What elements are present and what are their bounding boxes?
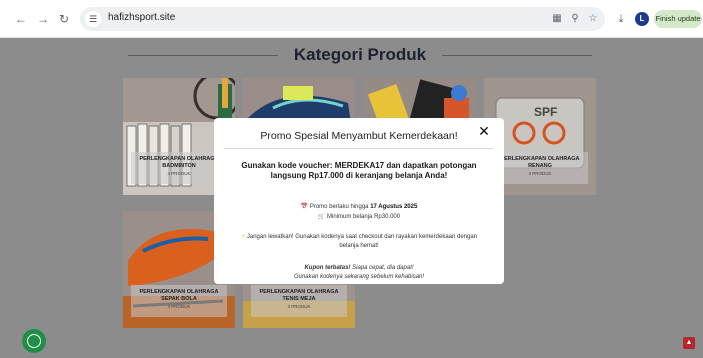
kupon-line2: Gunakan kodenya sekarang sebelum kehabis…: [293, 274, 425, 280]
calendar-icon: 📅: [300, 204, 309, 210]
bookmark-star-icon[interactable]: ☆: [586, 12, 600, 26]
promo-period: 📅 Promo berlaku hingga 17 Agustus 2025: [226, 203, 492, 211]
category-count: 3 PRODUK: [287, 304, 311, 309]
forward-arrow-icon[interactable]: →: [36, 12, 50, 26]
translate-icon[interactable]: ▦: [550, 12, 564, 26]
whatsapp-icon: [27, 334, 41, 348]
title-divider-left: [128, 55, 278, 56]
modal-divider: [224, 148, 494, 149]
section-title: Kategori Produk: [293, 45, 427, 64]
category-name: PERLENGKAPAN OLAHRAGA BADMINTON: [139, 156, 219, 169]
category-count: 4 PRODUK: [167, 171, 191, 176]
url-text[interactable]: hafizhsport.site: [108, 12, 175, 23]
finish-update-button[interactable]: Finish update: [654, 10, 702, 28]
reload-icon[interactable]: ↻: [57, 12, 71, 26]
category-label: PERLENGKAPAN OLAHRAGA BADMINTON 4 PRODUK: [131, 152, 227, 184]
browser-toolbar: ← → ↻ ☰ hafizhsport.site ▦ ⚲ ☆ ⤓ L Finis…: [0, 0, 703, 38]
promo-minimum-text: Minimum belanja Rp30.000: [327, 214, 401, 220]
svg-text:SPF: SPF: [534, 105, 557, 119]
promo-modal: Promo Spesial Menyambut Kemerdekaan! ✕ G…: [214, 118, 504, 284]
promo-period-date: 17 Agustus 2025: [370, 204, 418, 210]
promo-message: ⚡ Jangan lewatkan! Gunakan kodenya saat …: [236, 233, 482, 251]
download-icon[interactable]: ⤓: [614, 12, 628, 26]
back-arrow-icon[interactable]: ←: [14, 12, 28, 26]
category-label: PERLENGKAPAN OLAHRAGA SEPAK BOLA 4 PRODU…: [131, 285, 227, 317]
kupon-bold: Kupon terbatas!: [304, 265, 351, 271]
category-name: PERLENGKAPAN OLAHRAGA TENIS MEJA: [259, 289, 339, 302]
address-bar[interactable]: ☰ hafizhsport.site ▦ ⚲ ☆: [80, 7, 605, 31]
modal-title: Promo Spesial Menyambut Kemerdekaan!: [260, 130, 458, 142]
promo-minimum: 🛒 Minimum belanja Rp30.000: [226, 213, 492, 221]
cart-icon: 🛒: [317, 214, 326, 220]
promo-period-prefix: Promo berlaku hingga: [309, 204, 371, 210]
category-count: 3 PRODUK: [528, 171, 552, 176]
zoom-icon[interactable]: ⚲: [568, 12, 582, 26]
promo-message-text: Jangan lewatkan! Gunakan kodenya saat ch…: [246, 234, 478, 249]
lightning-icon: ⚡: [240, 234, 246, 240]
site-info-icon[interactable]: ☰: [85, 11, 101, 27]
title-divider-right: [442, 55, 592, 56]
kupon-rest: Siapa cepat, dia dapat!: [350, 265, 414, 271]
whatsapp-chat-button[interactable]: [22, 329, 46, 353]
category-label: PERLENGKAPAN OLAHRAGA TENIS MEJA 3 PRODU…: [251, 285, 347, 317]
category-name: PERLENGKAPAN OLAHRAGA SEPAK BOLA: [139, 289, 219, 302]
profile-avatar[interactable]: L: [635, 12, 649, 26]
promo-headline: Gunakan kode voucher: MERDEKA17 dan dapa…: [241, 161, 477, 180]
close-icon[interactable]: ✕: [476, 123, 492, 139]
scroll-to-top-button[interactable]: ▲: [683, 337, 695, 349]
category-label: PERLENGKAPAN OLAHRAGA RENANG 3 PRODUK: [492, 152, 588, 184]
category-name: PERLENGKAPAN OLAHRAGA RENANG: [500, 156, 580, 169]
kupon-note: Kupon terbatas! Siapa cepat, dia dapat! …: [226, 264, 492, 282]
category-count: 4 PRODUK: [167, 304, 191, 309]
